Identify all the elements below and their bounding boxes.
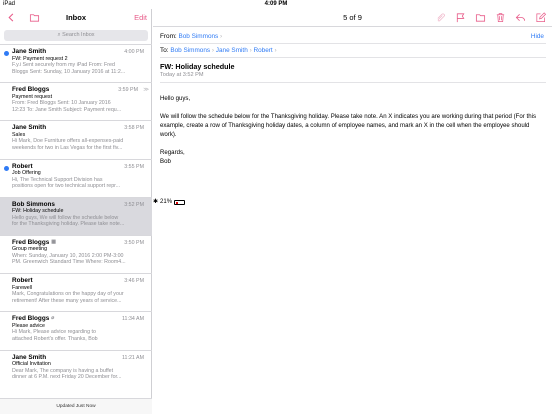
recipient-link[interactable]: Jane Smith › <box>216 47 252 54</box>
status-bar: iPad 4:09 PM ✱ 21% <box>0 0 552 205</box>
message-list: Jane Smith 4:00 PM FW: Payment request 2… <box>0 44 152 388</box>
message-preview-line-2: dinner at 6 P.M. next Friday 20 December… <box>12 374 122 380</box>
message-pane: 5 of 9 From: Bob Simmons › Hide To: Bob … <box>153 9 552 414</box>
message-timestamp: Today at 3:52 PM <box>160 72 204 78</box>
message-row[interactable]: Fred Bloggs ⌀ 11:34 AM Please advice Hi M… <box>0 311 152 349</box>
move-to-folder-icon[interactable] <box>475 12 486 23</box>
message-preview-line-2: PM. Greenwich Standard Time Where: Room4… <box>12 259 126 266</box>
message-date: 3:46 PM <box>124 278 144 285</box>
body-regards: Regards, <box>160 149 185 156</box>
attachment-icon[interactable] <box>435 12 446 23</box>
search-icon: ⌕ <box>57 32 61 38</box>
thread-chevron-icon: ≫ <box>143 87 149 94</box>
hide-details-button[interactable]: Hide <box>531 30 544 44</box>
message-preview-line-2: 12:23 To: Jane Smith Subject: Payment re… <box>12 106 122 113</box>
body-paragraph: We will follow the schedule below for th… <box>160 113 536 138</box>
recipient-link[interactable]: Robert › <box>253 47 276 54</box>
message-header: From: Bob Simmons › Hide To: Bob Simmons… <box>160 30 546 83</box>
message-date: 3:52 PM <box>124 201 144 208</box>
message-date: 3:50 PM <box>124 239 144 246</box>
message-row[interactable]: Robert 3:55 PM Job Offering Hi, The Tech… <box>0 158 152 197</box>
to-label: To: <box>160 47 169 54</box>
message-toolbar: 5 of 9 <box>153 9 552 27</box>
message-subject-title: FW: Holiday schedule <box>160 62 235 71</box>
search-placeholder: Search Inbox <box>62 32 95 38</box>
message-row-selected[interactable]: Bob Simmons 3:52 PM FW: Holiday schedule… <box>0 196 152 235</box>
message-row[interactable]: Fred Bloggs ▦ 3:50 PM Group meeting When:… <box>0 234 152 273</box>
message-date: 4:00 PM <box>124 49 144 55</box>
search-input[interactable]: ⌕ Search Inbox <box>4 30 148 41</box>
compose-icon[interactable] <box>535 12 546 23</box>
message-row[interactable]: Fred Bloggs 3:59 PM ≫ Payment request Fr… <box>0 82 152 120</box>
flag-icon[interactable] <box>455 12 466 23</box>
message-row[interactable]: Robert 3:46 PM Farewell Mark, Congratula… <box>0 273 152 311</box>
message-row[interactable]: Jane Smith 4:00 PM FW: Payment request 2… <box>0 44 152 82</box>
body-greeting: Hello guys, <box>160 95 191 102</box>
message-body: Hello guys, We will follow the schedule … <box>160 94 538 166</box>
from-sender-link[interactable]: Bob Simmons › <box>178 33 222 40</box>
recipient-link[interactable]: Bob Simmons › <box>170 47 214 54</box>
edit-button[interactable]: Edit <box>134 13 147 22</box>
trash-icon[interactable] <box>495 12 506 23</box>
divider <box>160 82 546 83</box>
message-date: 3:59 PM <box>118 87 138 94</box>
attachment-icon: ⌀ <box>51 315 55 322</box>
from-row: From: Bob Simmons › Hide <box>160 30 546 44</box>
mailbox-pane: Inbox Edit ⌕ Search Inbox Jane Smith 4:0… <box>0 9 152 414</box>
message-preview-line-2: positions open for two technical support… <box>12 183 121 190</box>
body-signature: Bob <box>160 158 171 165</box>
mailbox-navbar: Inbox Edit <box>0 9 152 27</box>
message-date: 11:34 AM <box>122 316 144 323</box>
message-date: 3:55 PM <box>124 163 144 170</box>
message-preview-line-2: attached Robert's offer. Thanks, Bob <box>12 335 98 342</box>
reply-icon[interactable] <box>515 12 526 23</box>
message-row[interactable]: Jane Smith 11:21 AM Official Invitation … <box>0 349 152 388</box>
message-preview-line-2: weekends for two in Las Vegas for the fi… <box>12 144 123 151</box>
unread-dot <box>4 51 9 56</box>
message-preview-line-2: for the Thanksgiving holiday. Please tak… <box>12 221 125 228</box>
to-row: To: Bob Simmons › Jane Smith › Robert › <box>160 44 546 58</box>
update-status: Updated Just Now <box>0 398 152 414</box>
message-row[interactable]: Jane Smith 3:58 PM Sales Hi Mark, Doe Fu… <box>0 120 152 158</box>
message-date: 11:21 AM <box>122 354 144 361</box>
message-preview-line-2: retirement! After these many years of se… <box>12 297 122 304</box>
mailbox-title: Inbox <box>66 13 86 22</box>
from-label: From: <box>160 33 177 40</box>
calendar-icon: ▦ <box>51 238 57 245</box>
message-preview-line-2: Bloggs Sent: Sunday, 10 January 2016 at … <box>12 68 126 75</box>
message-date: 3:58 PM <box>124 125 144 132</box>
unread-dot <box>4 165 9 171</box>
toolbar-actions <box>435 12 546 23</box>
